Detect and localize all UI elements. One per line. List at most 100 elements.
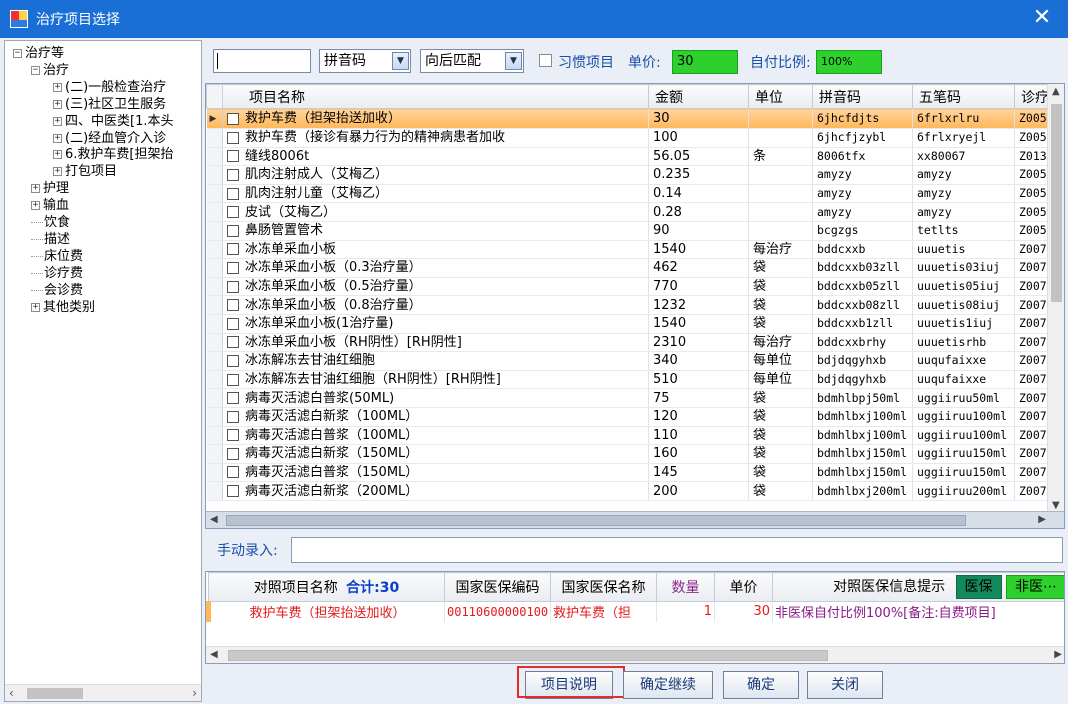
- expand-icon[interactable]: +: [53, 167, 62, 177]
- scroll-right-icon[interactable]: ▶: [1038, 514, 1046, 525]
- col-header-amount[interactable]: 金额: [648, 84, 749, 109]
- row-header[interactable]: [206, 240, 223, 260]
- tree-horizontal-scrollbar[interactable]: ‹ ›: [5, 684, 201, 701]
- row-header[interactable]: [206, 221, 223, 241]
- row-header[interactable]: [206, 128, 223, 148]
- tree-node[interactable]: + (二)经血管介入诊: [53, 130, 166, 147]
- row-checkbox[interactable]: [227, 336, 239, 349]
- col-header-name[interactable]: 项目名称: [222, 84, 649, 109]
- row-checkbox[interactable]: [227, 168, 239, 181]
- grid-row[interactable]: 病毒灭活滤白普浆(50ML) 75 袋 bdmhlbpj50ml uggiiruu50m…: [206, 388, 1064, 408]
- row-header[interactable]: [206, 388, 223, 408]
- tree-node[interactable]: + 打包项目: [53, 163, 117, 180]
- row-header[interactable]: [206, 165, 223, 185]
- row-checkbox[interactable]: [227, 354, 239, 367]
- close-button[interactable]: 关闭: [807, 671, 883, 699]
- grid-row[interactable]: 病毒灭活滤白新浆（150ML） 160 袋 bdmhlbxj150ml uggiiruu…: [206, 444, 1064, 464]
- noninsured-button[interactable]: 非医⋯: [1006, 575, 1064, 599]
- grid-row[interactable]: 冰冻单采血小板（0.3治疗量） 462 袋 bddcxxb03zll uuuetis03…: [206, 258, 1064, 278]
- grid-row[interactable]: 冰冻单采血小板 1540 每治疗 bddcxxb uuuetis Z007: [206, 240, 1064, 260]
- row-header[interactable]: [206, 202, 223, 222]
- row-checkbox[interactable]: [227, 447, 239, 460]
- col-header-pinyin[interactable]: 拼音码: [812, 84, 913, 109]
- close-window-button[interactable]: ✕: [1030, 7, 1054, 31]
- tree-node[interactable]: 床位费: [31, 248, 83, 265]
- grid-row[interactable]: 冰冻单采血小板（RH阴性）[RH阴性] 2310 每治疗 bddcxxbrhy uuue…: [206, 333, 1064, 353]
- habit-checkbox[interactable]: [539, 54, 552, 67]
- confirm-button[interactable]: 确定: [723, 671, 799, 699]
- mapping-grid[interactable]: 对照项目名称 合计:30 国家医保编码 国家医保名称 数量 单价 对照医保信息提…: [205, 571, 1065, 664]
- grid-vertical-scrollbar[interactable]: ▲ ▼: [1047, 84, 1064, 513]
- row-checkbox[interactable]: [227, 131, 239, 144]
- expand-icon[interactable]: +: [31, 201, 40, 211]
- expand-icon[interactable]: +: [53, 82, 62, 92]
- grid-row[interactable]: 冰冻解冻去甘油红细胞 340 每单位 bdjdqgyhxb uuqufaixxe Z007: [206, 351, 1064, 371]
- scroll-left-icon[interactable]: ◀: [210, 649, 218, 660]
- scroll-left-icon[interactable]: ‹: [9, 686, 14, 700]
- mapping-hscroll-thumb[interactable]: [228, 650, 828, 661]
- grid-row[interactable]: 冰冻解冻去甘油红细胞（RH阴性）[RH阴性] 510 每单位 bdjdqgyhxb uu…: [206, 370, 1064, 390]
- row-header[interactable]: [206, 351, 223, 371]
- tree-node[interactable]: + 输血: [31, 197, 69, 214]
- row-checkbox[interactable]: [227, 485, 239, 498]
- col-header-mapping-name[interactable]: 对照项目名称 合计:30: [208, 572, 445, 602]
- grid-row[interactable]: 冰冻单采血小板（0.5治疗量） 770 袋 bddcxxb05zll uuuetis05…: [206, 277, 1064, 297]
- chevron-down-icon[interactable]: ▼: [392, 52, 409, 70]
- insured-button[interactable]: 医保: [955, 575, 1002, 599]
- row-checkbox[interactable]: [227, 261, 239, 274]
- collapse-icon[interactable]: −: [13, 49, 22, 58]
- scroll-right-icon[interactable]: ▶: [1054, 649, 1062, 660]
- expand-icon[interactable]: +: [53, 150, 62, 160]
- tree-node[interactable]: + 其他类别: [31, 299, 95, 316]
- row-checkbox[interactable]: [227, 280, 239, 293]
- col-header-hint[interactable]: 对照医保信息提示 医保 非医⋯: [772, 572, 1064, 602]
- expand-icon[interactable]: +: [53, 116, 62, 126]
- row-checkbox[interactable]: [227, 243, 239, 256]
- grid-row[interactable]: 缝线8006t 56.05 条 8006tfx xx80067 Z013: [206, 147, 1064, 167]
- row-checkbox[interactable]: [227, 410, 239, 423]
- match-mode-select[interactable]: 向后匹配 ▼: [420, 49, 524, 73]
- row-checkbox[interactable]: [227, 299, 239, 312]
- tree-node[interactable]: + 护理: [31, 180, 69, 197]
- tree-node[interactable]: + 四、中医类[1.本头: [53, 113, 173, 130]
- tree-node[interactable]: + (二)一般检查治疗: [53, 79, 166, 96]
- mapping-row[interactable]: 救护车费（担架抬送加收） 00110600000100 救护车费（担 1 30 …: [206, 601, 1064, 622]
- mapping-qty[interactable]: 1: [656, 601, 715, 622]
- row-header[interactable]: [206, 463, 223, 483]
- row-checkbox[interactable]: [227, 112, 239, 125]
- row-checkbox[interactable]: [227, 392, 239, 405]
- tree-node[interactable]: 会诊费: [31, 282, 83, 299]
- row-header[interactable]: [206, 258, 223, 278]
- row-header[interactable]: [206, 314, 223, 334]
- tree-node[interactable]: 饮食: [31, 214, 70, 231]
- col-header-wubi[interactable]: 五笔码: [912, 84, 1015, 109]
- expand-icon[interactable]: +: [53, 99, 62, 109]
- row-checkbox[interactable]: [227, 150, 239, 163]
- row-header[interactable]: [206, 184, 223, 204]
- row-checkbox[interactable]: [227, 373, 239, 386]
- row-header[interactable]: [206, 426, 223, 446]
- price-field[interactable]: 30: [672, 50, 738, 74]
- row-header[interactable]: [206, 333, 223, 353]
- confirm-continue-button[interactable]: 确定继续: [623, 671, 713, 699]
- ratio-field[interactable]: 100%: [816, 50, 882, 74]
- grid-row[interactable]: 病毒灭活滤白普浆（100ML） 110 袋 bdmhlbxj100ml uggiiruu…: [206, 426, 1064, 446]
- grid-vscroll-thumb[interactable]: [1051, 104, 1062, 302]
- scroll-left-icon[interactable]: ◀: [210, 514, 218, 525]
- item-grid[interactable]: 项目名称 金额 单位 拼音码 五笔码 诊疗 ▶ 救护车费（担架抬送加收） 30 6jh…: [205, 83, 1065, 529]
- row-header[interactable]: [206, 370, 223, 390]
- col-header-national-code[interactable]: 国家医保编码: [444, 572, 551, 602]
- grid-row[interactable]: ▶ 救护车费（担架抬送加收） 30 6jhcfdjts 6frlxrlru Z005: [206, 108, 1064, 129]
- tree-node[interactable]: 描述: [31, 231, 70, 248]
- expand-icon[interactable]: +: [31, 184, 40, 194]
- col-header-qty[interactable]: 数量: [656, 572, 715, 602]
- grid-row[interactable]: 鼻肠管置管术 90 bcgzgs tetlts Z005: [206, 221, 1064, 241]
- tree-scroll-thumb[interactable]: [27, 688, 83, 699]
- collapse-icon[interactable]: −: [31, 65, 40, 75]
- grid-hscroll-thumb[interactable]: [226, 515, 966, 526]
- row-checkbox[interactable]: [227, 429, 239, 442]
- row-checkbox[interactable]: [227, 206, 239, 219]
- row-header[interactable]: [206, 481, 223, 501]
- tree-node[interactable]: − 治疗: [31, 62, 69, 79]
- grid-row[interactable]: 冰冻单采血小板（0.8治疗量） 1232 袋 bddcxxb08zll uuuetis0…: [206, 295, 1064, 315]
